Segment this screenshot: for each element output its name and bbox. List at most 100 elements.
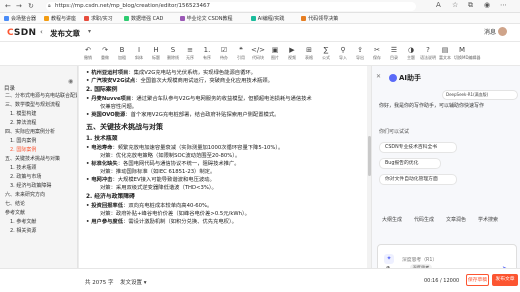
editor-line[interactable]: 对策：政府补贴+峰谷电价价差（如峰谷电价差>0.5元/kWh）。: [86, 210, 366, 218]
toolbar-glyph-icon: B: [119, 46, 125, 54]
toolbar-button-7[interactable]: ≡ 无序: [182, 46, 198, 61]
outline-item[interactable]: 1. 技术瓶颈: [0, 164, 77, 173]
toolbar-label: 主题: [407, 55, 415, 60]
toolbar-button-17[interactable]: ⇪ 导出: [352, 46, 368, 61]
outline-item[interactable]: 三、数学模型与规划流程: [0, 101, 77, 110]
toolbar-button-3[interactable]: B 加粗: [114, 46, 130, 61]
toolbar-button-23[interactable]: M 切换MD编辑器: [454, 46, 481, 61]
toolbar-label: 公式: [322, 55, 330, 60]
suggestion-chip[interactable]: 你对文件自动化管理方面: [379, 174, 457, 185]
editor-line[interactable]: 2. 国际案例: [86, 85, 366, 95]
editor-line[interactable]: 用户参与度低：需设计激励机制（如积分兑换、优先充电权）。: [86, 218, 366, 226]
forward-arrow-icon[interactable]: →: [16, 2, 22, 10]
editor-line[interactable]: 广汽埃安V2G试点：全国首次大规模商用试运行，突破商业化应用技术瓶颈。: [86, 77, 366, 85]
tool-outline[interactable]: 大纲生成: [382, 216, 402, 223]
csdn-logo[interactable]: CSDN: [7, 28, 36, 38]
editor-line[interactable]: 对策：推动国际标准（如IEC 61851-23）制定。: [86, 168, 366, 176]
toolbar-button-15[interactable]: ∑ 公式: [318, 46, 334, 61]
toolbar-button-5[interactable]: H 标题: [148, 46, 164, 61]
outline-item[interactable]: 1. 参考文献: [0, 218, 77, 227]
outline-item[interactable]: 四、实际应用案例分析: [0, 128, 77, 137]
toolbar-button-21[interactable]: ? 语法说明: [420, 46, 436, 61]
tool-polish[interactable]: 文章润色: [446, 216, 466, 223]
outline-item[interactable]: 参考文献: [0, 209, 77, 218]
outline-item[interactable]: 3. 经济与政策障碍: [0, 182, 77, 191]
toolbar-button-12[interactable]: ▣ 图片: [267, 46, 283, 61]
suggestion-chip[interactable]: Bug报告的优化: [379, 158, 441, 169]
editor-line[interactable]: 英国OVO能源：首个家用V2G充电桩部署，结合政府补贴探索用户侧配置模式。: [86, 111, 366, 119]
bookmark-item[interactable]: 毕业论文 CSDN教程: [179, 15, 232, 22]
outline-item[interactable]: 1. 国内案例: [0, 137, 77, 146]
tool-code[interactable]: 代码生成: [414, 216, 434, 223]
toolbar-button-22[interactable]: ▤ 富文本: [437, 46, 453, 61]
outline-item[interactable]: 二、分布式电源与充电站联合配置的意义: [0, 92, 77, 101]
toolbar-button-8[interactable]: 1. 有序: [199, 46, 215, 61]
line-text: ：集成V2G充电站与光伏系统，实现绿色能源自循环。: [128, 70, 256, 76]
bookmark-item[interactable]: 会场整合器: [4, 15, 36, 22]
toolbar-button-19[interactable]: ☰ 目录: [386, 46, 402, 61]
tool-search[interactable]: 学术搜索: [478, 216, 498, 223]
favorite-star-icon[interactable]: ☆: [452, 1, 458, 9]
profile-icon[interactable]: ◉: [484, 1, 490, 9]
editor-body[interactable]: 杭州亚运村项目：集成V2G充电站与光伏系统，实现绿色能源自循环。广汽埃安V2G试…: [86, 69, 366, 226]
toolbar-button-6[interactable]: S 删除线: [165, 46, 181, 61]
editor-line[interactable]: 丹麦Nuvve项目：通过聚合车队参与V2G与电网服务的收益模型，但额超电池损耗与…: [86, 95, 366, 103]
toolbar-button-14[interactable]: ⊞ 表格: [301, 46, 317, 61]
toolbar-button-4[interactable]: I 斜体: [131, 46, 147, 61]
close-icon[interactable]: ✕: [376, 73, 381, 80]
more-menu-icon[interactable]: ⋯: [500, 1, 507, 9]
publish-settings-button[interactable]: 发文设置 ▾: [120, 278, 147, 286]
editor-line[interactable]: 五、关键技术挑战与对策: [86, 121, 366, 134]
editor-line[interactable]: 标准化缺失：各国电网代码与通信协议不统一，阻碍技术推广。: [86, 160, 366, 168]
chevron-down-icon[interactable]: ▾: [88, 28, 91, 35]
editor-line[interactable]: 杭州亚运村项目：集成V2G充电站与光伏系统，实现绿色能源自循环。: [86, 69, 366, 77]
editor-line[interactable]: 对策：采用双级式逆变器降低谐波（THD<3%）。: [86, 184, 366, 192]
outline-item[interactable]: 六、未来研究方向: [0, 191, 77, 200]
back-arrow-icon[interactable]: ←: [5, 2, 11, 10]
back-button[interactable]: ‹: [40, 28, 43, 36]
outline-item[interactable]: 2. 相关资源: [0, 227, 77, 236]
bookmark-item[interactable]: 教程与讲座: [44, 15, 76, 22]
url-text: https://mp.csdn.net/mp_blog/creation/edi…: [55, 3, 210, 9]
read-aloud-icon[interactable]: A: [436, 1, 441, 9]
outline-item[interactable]: 七、结论: [0, 200, 77, 209]
editor-line[interactable]: 电网冲击：大规模EV接入可能导致谐波和电压波动。: [86, 176, 366, 184]
outline-item[interactable]: 2. 国际案例: [0, 146, 77, 155]
model-selector[interactable]: DeepSeek-R1(满血版): [442, 90, 518, 100]
save-draft-button[interactable]: 保存草稿: [466, 274, 489, 286]
publish-bar: 00:16 / 12000 保存草稿 发布文章: [371, 268, 520, 292]
outline-item[interactable]: 2. 算法流程: [0, 119, 77, 128]
toolbar-button-13[interactable]: ▶ 视频: [284, 46, 300, 61]
bookmark-item[interactable]: 数据增强 CAD: [124, 15, 163, 22]
avatar[interactable]: [498, 27, 508, 36]
toolbar-button-1[interactable]: ↶ 撤销: [80, 46, 96, 61]
toolbar-button-20[interactable]: ◑ 主题: [403, 46, 419, 61]
editor-line[interactable]: 投资回报率低：双向充电桩成本较单向高40-60%。: [86, 202, 366, 210]
bookmark-item[interactable]: AI编程/实践: [250, 15, 284, 22]
bookmark-item[interactable]: 代码领导决策: [301, 15, 338, 22]
editor-line[interactable]: 1. 技术瓶颈: [86, 134, 366, 144]
toolbar-button-10[interactable]: ❝ 引用: [233, 46, 249, 61]
toolbar-button-18[interactable]: ✂ 保存: [369, 46, 385, 61]
publish-button[interactable]: 发布文章: [492, 274, 518, 286]
eye-icon[interactable]: ◉: [68, 78, 73, 85]
extensions-icon[interactable]: ⧉: [468, 1, 473, 10]
toolbar-button-16[interactable]: ⚲ 导入: [335, 46, 351, 61]
url-field[interactable]: 🔒︎ https://mp.csdn.net/mp_blog/creation/…: [46, 2, 416, 11]
editor-line[interactable]: 对策：优化充放电策略（如限制SOC波动范围至20-80%）。: [86, 152, 366, 160]
editor-line[interactable]: 2. 经济与政策障碍: [86, 192, 366, 202]
suggestion-chip[interactable]: CSDN专业技术百科全书: [379, 142, 457, 153]
editor-content[interactable]: 杭州亚运村项目：集成V2G充电站与光伏系统，实现绿色能源自循环。广汽埃安V2G试…: [79, 66, 371, 268]
user-menu[interactable]: 消息: [484, 27, 508, 36]
outline-item[interactable]: 2. 政策与市场: [0, 173, 77, 182]
editor-line[interactable]: 电池寿命：频繁充放电加速容量衰减（实际测量加1000次循环容量下降5-10%）。: [86, 144, 366, 152]
outline-item[interactable]: 1. 模型构建: [0, 110, 77, 119]
toolbar-button-2[interactable]: ↷ 重做: [97, 46, 113, 61]
toolbar-button-11[interactable]: </> 代码块: [250, 46, 266, 61]
ai-logo-icon: [389, 74, 397, 82]
outline-item[interactable]: 五、关键技术挑战与对策: [0, 155, 77, 164]
editor-line[interactable]: 仅兼容性问题。: [86, 103, 366, 111]
reload-icon[interactable]: ↻: [28, 2, 34, 10]
bookmark-item[interactable]: 求职/实习: [84, 15, 113, 22]
toolbar-button-9[interactable]: ☑ 待办: [216, 46, 232, 61]
